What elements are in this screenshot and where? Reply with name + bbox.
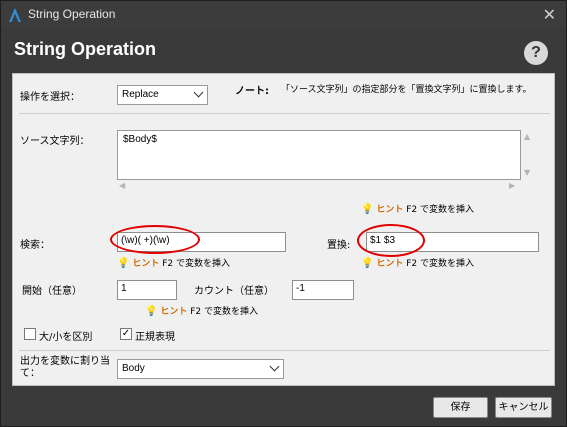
- lightbulb-icon: 💡: [117, 258, 130, 269]
- note-text: 「ソース文字列」の指定部分を「置換文字列」に置換します。: [281, 85, 532, 95]
- source-textarea[interactable]: $Body$: [117, 130, 521, 180]
- checkmark-icon: ✓: [121, 328, 131, 339]
- hint-keyword: ヒント: [376, 205, 404, 215]
- search-label: 検索：: [20, 240, 50, 251]
- source-value: $Body$: [123, 134, 157, 145]
- window-title: String Operation: [28, 7, 116, 21]
- close-icon[interactable]: ✕: [543, 5, 556, 24]
- output-select[interactable]: Body: [117, 359, 284, 379]
- hint-text: F2 で変数を挿入: [162, 259, 230, 269]
- lightbulb-icon: 💡: [145, 306, 158, 317]
- divider: [19, 350, 550, 351]
- dialog-window: String Operation ✕ String Operation ? 操作…: [0, 0, 567, 427]
- scroll-right-icon[interactable]: ▶: [509, 182, 515, 190]
- operation-select-value: Replace: [122, 89, 159, 100]
- case-sensitive-checkbox[interactable]: [24, 328, 36, 340]
- vertical-scrollbar[interactable]: ▲ ▼: [521, 130, 535, 180]
- help-icon[interactable]: ?: [524, 41, 548, 65]
- source-label: ソース文字列：: [20, 136, 90, 147]
- scroll-down-icon[interactable]: ▼: [524, 169, 530, 177]
- start-value: 1: [121, 283, 127, 294]
- replace-value: $1 $3: [370, 235, 396, 246]
- start-input[interactable]: 1: [117, 280, 177, 300]
- hint-text: F2 で変数を挿入: [406, 205, 474, 215]
- regex-checkbox[interactable]: ✓: [120, 328, 132, 340]
- cancel-button[interactable]: キャンセル: [495, 397, 552, 418]
- operation-select[interactable]: Replace: [117, 85, 208, 105]
- count-label: カウント（任意）: [194, 286, 274, 297]
- hint-keyword: ヒント: [132, 259, 160, 269]
- scroll-left-icon[interactable]: ◀: [119, 182, 125, 190]
- note-label: ノート:: [235, 86, 269, 97]
- case-sensitive-label: 大/小を区別: [39, 332, 93, 343]
- count-input[interactable]: -1: [292, 280, 354, 300]
- search-hint: 💡 ヒント F2 で変数を挿入: [117, 256, 230, 269]
- replace-input[interactable]: $1 $3: [366, 232, 539, 252]
- search-input[interactable]: (\w)( +)(\w): [117, 232, 286, 252]
- dialog-heading: String Operation: [14, 39, 157, 59]
- lightbulb-icon: 💡: [361, 258, 374, 269]
- horizontal-scrollbar[interactable]: ◀ ▶: [117, 180, 521, 193]
- hint-text: F2 で変数を挿入: [190, 307, 258, 317]
- source-hint: 💡 ヒント F2 で変数を挿入: [361, 202, 474, 215]
- output-select-value: Body: [122, 363, 145, 374]
- save-button[interactable]: 保存: [433, 397, 488, 418]
- search-value: (\w)( +)(\w): [121, 235, 170, 246]
- regex-label: 正規表現: [135, 332, 175, 343]
- replace-label: 置換:: [327, 240, 351, 251]
- divider: [19, 113, 550, 114]
- hint-keyword: ヒント: [160, 307, 188, 317]
- hint-keyword: ヒント: [376, 259, 404, 269]
- chevron-down-icon: [193, 87, 204, 98]
- chevron-down-icon: [269, 361, 280, 372]
- title-bar[interactable]: String Operation ✕: [1, 1, 566, 29]
- form-panel: 操作を選択： Replace ノート: 「ソース文字列」の指定部分を「置換文字列…: [12, 73, 555, 386]
- start-label: 開始（任意）: [22, 286, 82, 297]
- app-logo-icon: [9, 8, 21, 22]
- output-label: 出力を変数に割り当て：: [20, 356, 110, 379]
- hint-text: F2 で変数を挿入: [406, 259, 474, 269]
- count-value: -1: [296, 283, 305, 294]
- lightbulb-icon: 💡: [361, 204, 374, 215]
- start-hint: 💡 ヒント F2 で変数を挿入: [145, 304, 258, 317]
- replace-hint: 💡 ヒント F2 で変数を挿入: [361, 256, 474, 269]
- scroll-up-icon[interactable]: ▲: [524, 133, 530, 141]
- operation-label: 操作を選択：: [20, 92, 80, 103]
